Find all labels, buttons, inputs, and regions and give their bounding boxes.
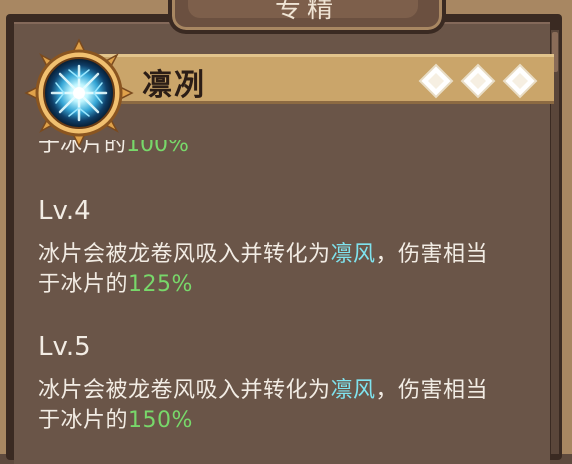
partial-entry-value: 100% — [126, 140, 189, 157]
desc-text: ，伤害相当 — [375, 378, 489, 403]
skill-name: 凛冽 — [142, 68, 206, 103]
keyword-text: 凛风 — [330, 378, 376, 403]
star-rating — [418, 63, 538, 99]
desc-text: 于冰片的 — [38, 272, 129, 297]
desc-text: ，伤害相当 — [375, 242, 489, 267]
keyword-text: 凛风 — [330, 242, 376, 267]
damage-value: 125% — [128, 272, 193, 297]
level-description-5: 冰片会被龙卷风吸入并转化为凛风，伤害相当于冰片的150% — [38, 376, 548, 436]
desc-text: 冰片会被龙卷风吸入并转化为 — [38, 378, 331, 403]
level-description-4: 冰片会被龙卷风吸入并转化为凛风，伤害相当于冰片的125% — [38, 240, 548, 300]
ice-crystal-icon[interactable] — [24, 38, 134, 148]
level-label-5: Lv.5 — [38, 332, 91, 362]
desc-text: 于冰片的 — [38, 408, 129, 433]
desc-text: 冰片会被龙卷风吸入并转化为 — [38, 242, 331, 267]
level-label-4: Lv.4 — [38, 196, 91, 226]
damage-value: 150% — [128, 408, 193, 433]
